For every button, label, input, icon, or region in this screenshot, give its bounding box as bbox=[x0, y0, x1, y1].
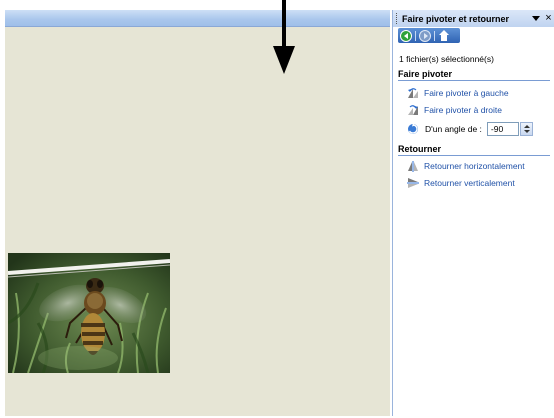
canvas-toolbar-strip bbox=[5, 10, 390, 27]
angle-label: D'un angle de : bbox=[425, 124, 482, 134]
selection-status: 1 fichier(s) sélectionné(s) bbox=[399, 54, 494, 64]
home-icon[interactable] bbox=[438, 29, 450, 42]
back-arrow-icon[interactable] bbox=[400, 29, 412, 42]
rotate-left-icon bbox=[407, 87, 419, 99]
nav-divider bbox=[415, 30, 416, 41]
flip-vertical-label: Retourner verticalement bbox=[424, 178, 515, 188]
flip-horizontal-label: Retourner horizontalement bbox=[424, 161, 525, 171]
photo-thumbnail[interactable] bbox=[8, 253, 170, 373]
annotation-arrow-shaft bbox=[282, 0, 286, 48]
task-pane-close-button[interactable]: × bbox=[543, 11, 554, 25]
flip-horizontal-link[interactable]: Retourner horizontalement bbox=[407, 160, 525, 172]
flip-horizontal-icon bbox=[407, 160, 419, 172]
rotate-right-link[interactable]: Faire pivoter à droite bbox=[407, 104, 502, 116]
bee-photo-image bbox=[8, 253, 170, 373]
task-pane-title: Faire pivoter et retourner bbox=[402, 13, 510, 24]
rotate-left-link[interactable]: Faire pivoter à gauche bbox=[407, 87, 509, 99]
rotate-angle-icon bbox=[407, 123, 419, 135]
section-title-flip: Retourner bbox=[398, 144, 550, 156]
rotate-right-icon bbox=[407, 104, 419, 116]
flip-vertical-icon bbox=[407, 177, 419, 189]
angle-spinner[interactable] bbox=[519, 122, 533, 136]
annotation-arrow-head bbox=[273, 46, 295, 74]
flip-vertical-link[interactable]: Retourner verticalement bbox=[407, 177, 515, 189]
navigation-strip bbox=[398, 28, 460, 43]
rotate-right-label: Faire pivoter à droite bbox=[424, 105, 502, 115]
grip-handle-icon[interactable] bbox=[396, 13, 399, 24]
angle-input[interactable]: -90 bbox=[486, 122, 519, 136]
task-pane-navigation bbox=[393, 27, 554, 44]
nav-divider bbox=[434, 30, 435, 41]
task-pane: Faire pivoter et retourner × 1 fichier(s… bbox=[392, 10, 554, 416]
angle-row: D'un angle de : -90 bbox=[407, 122, 533, 136]
section-title-rotate: Faire pivoter bbox=[398, 69, 550, 81]
task-pane-menu-button[interactable] bbox=[531, 13, 541, 24]
task-pane-header: Faire pivoter et retourner × bbox=[393, 10, 554, 27]
forward-arrow-icon[interactable] bbox=[419, 29, 431, 42]
rotate-left-label: Faire pivoter à gauche bbox=[424, 88, 509, 98]
